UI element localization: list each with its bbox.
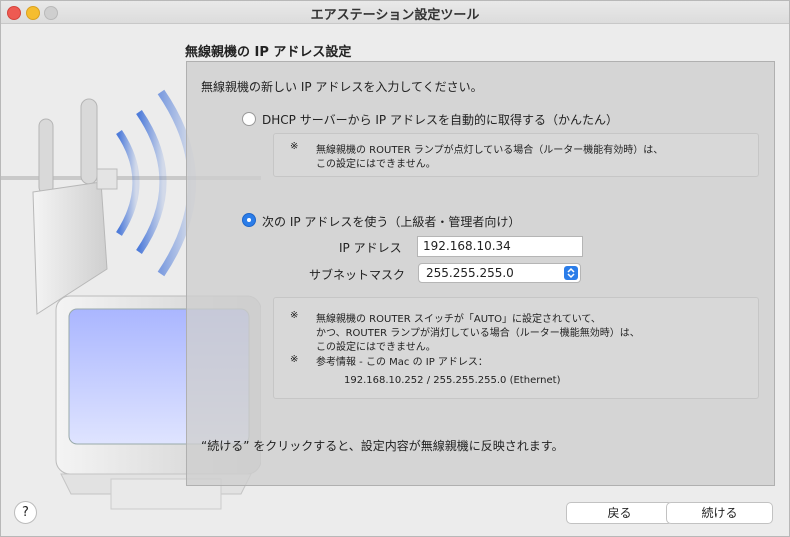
dhcp-radio[interactable] (242, 112, 256, 126)
manual-ip-radio[interactable] (242, 213, 256, 227)
help-button[interactable]: ? (14, 501, 37, 524)
chevron-up-down-icon (564, 266, 578, 280)
note-mark: ※ (290, 310, 299, 321)
ip-address-label: IP アドレス (339, 241, 402, 255)
manual-ip-option-label[interactable]: 次の IP アドレスを使う（上級者・管理者向け） (262, 213, 520, 230)
reference-info-label: 参考情報 - この Mac の IP アドレス： (316, 357, 488, 368)
dhcp-option-label[interactable]: DHCP サーバーから IP アドレスを自動的に取得する（かんたん） (262, 111, 618, 128)
reference-ip-value: 192.168.10.252 / 255.255.255.0 (Ethernet… (344, 375, 561, 386)
note-line: この設定にはできません。 (316, 159, 436, 170)
note-line: 無線親機の ROUTER スイッチが「AUTO」に設定されていて、 (316, 314, 601, 325)
subnet-mask-select[interactable]: 255.255.255.0 (418, 263, 581, 283)
note-mark: ※ (290, 141, 299, 152)
note-line: この設定にはできません。 (316, 342, 436, 353)
intro-text: 無線親機の新しい IP アドレスを入力してください。 (201, 80, 483, 94)
subnet-mask-label: サブネットマスク (309, 268, 406, 282)
back-button[interactable]: 戻る (566, 502, 673, 524)
section-title: 無線親機の IP アドレス設定 (185, 45, 352, 60)
title-bar: エアステーション設定ツール (1, 1, 789, 24)
app-window: エアステーション設定ツール 無線親機の IP アドレス設定 無線親機の新しい I… (0, 0, 790, 537)
note-line: かつ、ROUTER ランプが消灯している場合（ルーター機能無効時）は、 (316, 328, 640, 339)
note-line: 無線親機の ROUTER ランプが点灯している場合（ルーター機能有効時）は、 (316, 145, 664, 156)
footer-instruction: “続ける” をクリックすると、設定内容が無線親機に反映されます。 (201, 439, 564, 453)
router-switch-note: ※ 無線親機の ROUTER スイッチが「AUTO」に設定されていて、 かつ、R… (273, 297, 759, 399)
continue-button[interactable]: 続ける (666, 502, 773, 524)
note-mark: ※ (290, 354, 299, 365)
router-lamp-note: ※ 無線親機の ROUTER ランプが点灯している場合（ルーター機能有効時）は、… (273, 133, 759, 177)
window-title: エアステーション設定ツール (310, 8, 480, 23)
ip-address-input[interactable]: 192.168.10.34 (417, 236, 583, 257)
subnet-mask-value: 255.255.255.0 (426, 266, 514, 280)
